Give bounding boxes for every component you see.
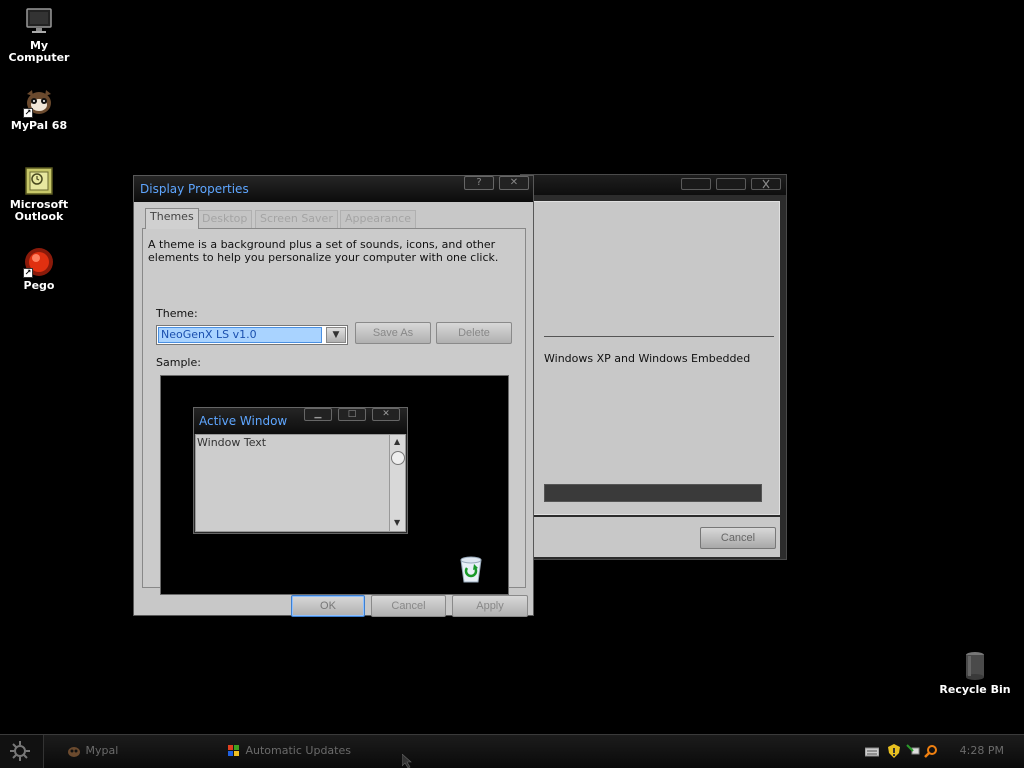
dialog-body: Themes Desktop Screen Saver Appearance A… <box>134 202 533 617</box>
close-button[interactable]: ✕ <box>499 176 529 190</box>
apply-button[interactable]: Apply <box>452 595 528 617</box>
sample-scrollbar: ▲ ▼ <box>389 435 405 531</box>
close-button[interactable] <box>751 178 781 190</box>
tab-themes[interactable]: Themes <box>145 208 199 229</box>
windows-update-icon <box>226 744 242 758</box>
chevron-down-icon[interactable]: ▼ <box>326 327 346 343</box>
sample-active-window: Active Window ▁ □ ✕ Window Text ▲ ▼ <box>193 407 408 534</box>
sample-minimize-icon: ▁ <box>304 408 332 421</box>
scroll-down-icon: ▼ <box>394 518 401 527</box>
mypal-icon <box>66 744 82 758</box>
progress-bar <box>544 484 762 502</box>
tab-appearance[interactable]: Appearance <box>340 210 417 228</box>
background-window[interactable]: Windows XP and Windows Embedded Cancel <box>520 174 787 560</box>
minimize-button[interactable] <box>681 178 711 190</box>
desktop-icon-pego[interactable]: ↗ Pego <box>0 246 78 292</box>
cancel-button[interactable]: Cancel <box>700 527 776 549</box>
security-shield-icon[interactable] <box>887 744 901 758</box>
start-button[interactable] <box>0 735 44 768</box>
tab-desktop[interactable]: Desktop <box>197 210 253 228</box>
desktop-icon-label: Recycle Bin <box>939 683 1011 696</box>
system-tray: 4:28 PM <box>858 735 1024 768</box>
sample-window-title: Active Window <box>199 414 288 428</box>
taskbar-item-mypal[interactable]: Mypal <box>66 740 216 762</box>
mouse-cursor-icon <box>401 753 412 768</box>
start-icon <box>10 741 30 761</box>
monitor-icon <box>23 6 55 38</box>
save-as-button[interactable]: Save As <box>355 322 431 344</box>
theme-select-value: NeoGenX LS v1.0 <box>158 327 322 343</box>
mypal-icon: ↗ <box>23 86 55 118</box>
taskbar-item-automatic-updates[interactable]: Automatic Updates <box>226 740 396 762</box>
search-icon[interactable] <box>924 744 938 758</box>
desktop-icon-label: My Computer <box>8 39 70 64</box>
shortcut-arrow-icon: ↗ <box>23 268 33 278</box>
help-button[interactable]: ? <box>464 176 494 190</box>
theme-select[interactable]: NeoGenX LS v1.0 ▼ <box>156 325 348 345</box>
scroll-thumb <box>391 451 405 465</box>
sample-title-bar: Active Window ▁ □ ✕ <box>194 408 407 434</box>
sample-window-body: Window Text ▲ ▼ <box>195 434 406 532</box>
partial-text: Windows XP and Windows Embedded <box>544 352 751 365</box>
taskbar: Mypal Automatic Updates 4:28 PM <box>0 734 1024 768</box>
sample-label: Sample: <box>156 356 201 369</box>
taskbar-item-label: Mypal <box>85 744 119 757</box>
network-icon[interactable] <box>906 744 920 758</box>
desktop-icon-recycle-bin[interactable]: Recycle Bin <box>936 650 1014 696</box>
sample-close-icon: ✕ <box>372 408 400 421</box>
tab-screen-saver[interactable]: Screen Saver <box>255 210 338 228</box>
keyboard-icon[interactable] <box>864 744 880 758</box>
sample-recycle-bin-icon <box>457 554 485 584</box>
taskbar-clock[interactable]: 4:28 PM <box>960 744 1004 757</box>
shortcut-arrow-icon: ↗ <box>23 108 33 118</box>
sample-maximize-icon: □ <box>338 408 366 421</box>
recycle-bin-icon <box>959 650 991 682</box>
display-properties-dialog[interactable]: Display Properties ? ✕ Themes Desktop Sc… <box>133 175 534 617</box>
desktop-icon-label: Microsoft Outlook <box>9 198 69 223</box>
cancel-button[interactable]: Cancel <box>371 595 446 617</box>
desktop-icon-my-computer[interactable]: My Computer <box>0 6 78 64</box>
desktop-icon-mypal[interactable]: ↗ MyPal 68 <box>0 86 78 132</box>
outlook-icon <box>23 165 55 197</box>
desktop-icon-label: Pego <box>23 279 55 292</box>
delete-button[interactable]: Delete <box>436 322 512 344</box>
window-content: Windows XP and Windows Embedded <box>529 201 780 515</box>
pego-icon: ↗ <box>23 246 55 278</box>
divider <box>544 336 774 337</box>
desktop-icon-label: MyPal 68 <box>10 119 68 132</box>
window-title: Display Properties <box>140 182 249 196</box>
theme-label: Theme: <box>156 307 198 320</box>
maximize-button[interactable] <box>716 178 746 190</box>
ok-button[interactable]: OK <box>291 595 365 617</box>
window-footer: Cancel <box>529 517 780 557</box>
title-bar[interactable] <box>521 175 786 195</box>
close-icon <box>762 179 770 189</box>
sample-window-text: Window Text <box>197 436 267 449</box>
taskbar-item-label: Automatic Updates <box>245 744 351 757</box>
theme-sample-preview: Active Window ▁ □ ✕ Window Text ▲ ▼ <box>160 375 509 595</box>
theme-description: A theme is a background plus a set of so… <box>148 238 499 264</box>
title-bar[interactable]: Display Properties ? ✕ <box>134 176 533 202</box>
scroll-up-icon: ▲ <box>394 437 401 446</box>
desktop-icon-outlook[interactable]: Microsoft Outlook <box>0 165 78 223</box>
